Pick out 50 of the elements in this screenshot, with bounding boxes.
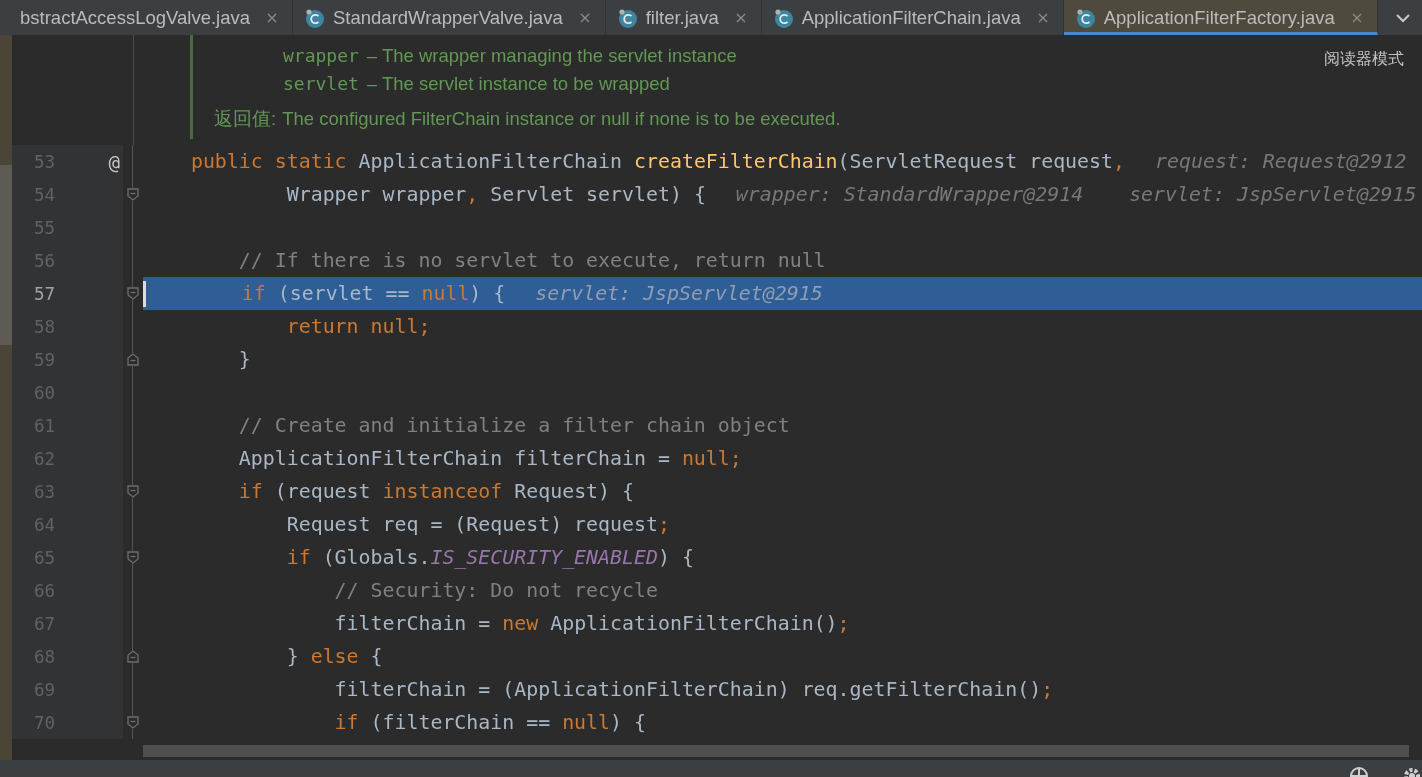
- code-line: public static ApplicationFilterChain createFilterChain(ServletRequest request,: [189, 150, 1125, 173]
- code-line: if (servlet == null) {: [240, 282, 506, 305]
- fold-icon[interactable]: [127, 353, 139, 366]
- gutter-marker[interactable]: @: [108, 150, 120, 173]
- fold-icon[interactable]: [127, 551, 139, 564]
- code-line: Request req = (Request) request;: [285, 513, 670, 536]
- fold-icon[interactable]: [127, 650, 139, 663]
- inlay-hint: servlet: JspServlet@2915: [535, 282, 823, 305]
- close-icon[interactable]: [266, 11, 278, 24]
- line-number: 57: [32, 283, 55, 304]
- fold-icon[interactable]: [127, 485, 139, 498]
- inlay-hint: request: Request@2912: [1155, 150, 1407, 173]
- code-line: if (filterChain == null) {: [333, 711, 646, 734]
- param-description: – The servlet instance to be wrapped: [366, 73, 670, 95]
- code-line: // Security: Do not recycle: [333, 579, 658, 602]
- returns-description: The configured FilterChain instance or null if none is to be executed.: [282, 108, 841, 130]
- close-icon[interactable]: [578, 11, 591, 24]
- inlay-hint: servlet: JspServlet@2915: [1129, 183, 1417, 206]
- code-line: } else {: [285, 645, 383, 668]
- returns-label: 返回值:: [214, 107, 277, 131]
- scrollbar-thumb[interactable]: [0, 165, 12, 345]
- editor-tab[interactable]: ApplicationFilterFactory.java: [1063, 0, 1378, 35]
- code-line: // If there is no servlet to execute, return null: [237, 249, 826, 272]
- close-icon[interactable]: [734, 11, 747, 24]
- param-description: – The wrapper managing the servlet instance: [366, 45, 737, 67]
- code-line: }: [237, 348, 251, 371]
- close-icon[interactable]: [1350, 11, 1363, 24]
- code-line: Wrapper wrapper, Servlet servlet) {: [285, 183, 706, 206]
- text-caret: [143, 280, 146, 307]
- horizontal-scrollbar[interactable]: [143, 745, 1409, 757]
- reader-mode-link[interactable]: 阅读器模式: [1324, 49, 1404, 70]
- scrollbar[interactable]: [0, 35, 12, 760]
- fold-icon[interactable]: [127, 287, 139, 300]
- code-line: ApplicationFilterChain filterChain = null;: [237, 447, 742, 470]
- code-line: filterChain = (ApplicationFilterChain) req.getFilterChain();: [333, 678, 1054, 701]
- fold-icon[interactable]: [127, 188, 139, 201]
- code-line: if (request instanceof Request) {: [237, 480, 635, 503]
- class-icon: [773, 7, 794, 28]
- code-line: if (Globals.IS_SECURITY_ENABLED) {: [285, 546, 694, 569]
- param-name: wrapper: [283, 45, 359, 66]
- code-line: // Create and initialize a filter chain object: [237, 414, 790, 437]
- fold-icon[interactable]: [127, 716, 139, 729]
- param-name: servlet: [283, 73, 359, 94]
- close-icon[interactable]: [1036, 11, 1049, 24]
- code-line: return null;: [285, 315, 431, 338]
- inlay-hint: wrapper: StandardWrapper@2914: [735, 183, 1084, 206]
- code-line: filterChain = new ApplicationFilterChain();: [333, 612, 850, 635]
- class-icon: [617, 7, 638, 28]
- class-icon: [305, 7, 325, 28]
- class-icon: [1075, 7, 1096, 28]
